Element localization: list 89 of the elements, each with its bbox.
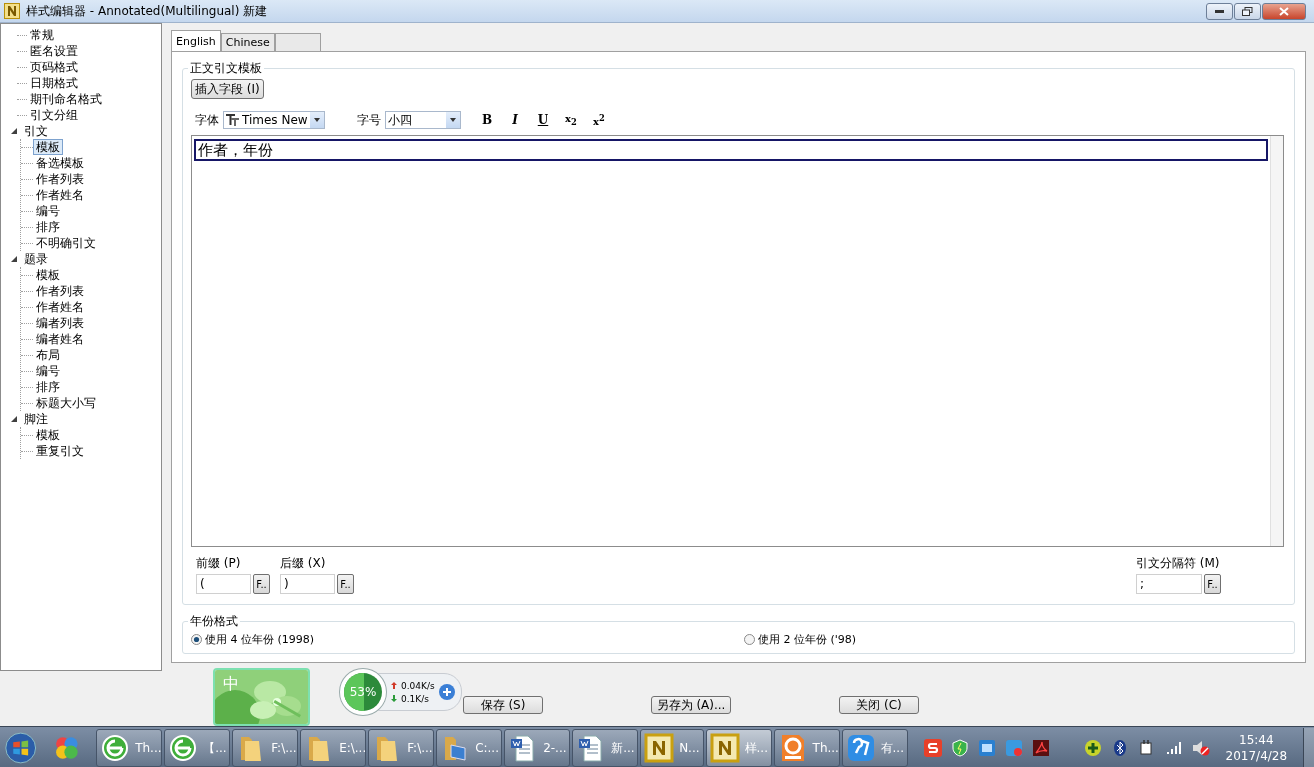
- tree-item[interactable]: 作者列表: [33, 283, 87, 299]
- caret-icon: [314, 118, 320, 122]
- group-title: 正文引文模板: [189, 60, 263, 77]
- suffix-label: 后缀 (X): [280, 555, 327, 572]
- tree-item[interactable]: 备选模板: [33, 155, 87, 171]
- bold-button[interactable]: B: [475, 113, 499, 127]
- tree-item[interactable]: 编者姓名: [33, 331, 87, 347]
- subscript-button[interactable]: x$_{2}$: [559, 113, 583, 127]
- volume-muted-icon[interactable]: [1191, 739, 1210, 757]
- format-button[interactable]: F..: [253, 574, 270, 594]
- shield-icon[interactable]: [950, 739, 969, 757]
- close-icon: [1279, 6, 1289, 16]
- size-label: 字号: [357, 111, 381, 129]
- tree-item[interactable]: 日期格式: [27, 75, 81, 91]
- group-title: 年份格式: [189, 613, 239, 630]
- tree-item[interactable]: 引文: [21, 123, 51, 139]
- window-title: 样式编辑器 - Annotated(Multilingual) 新建: [26, 2, 269, 20]
- tree-item[interactable]: 模板: [33, 139, 63, 155]
- tree-item[interactable]: 作者列表: [33, 171, 87, 187]
- tree-item[interactable]: 页码格式: [27, 59, 81, 75]
- tree-item[interactable]: 常规: [27, 27, 57, 43]
- upload-arrow-icon: [391, 682, 397, 689]
- insert-field-button[interactable]: 插入字段 (I): [191, 79, 264, 99]
- tree-item[interactable]: 不明确引文: [33, 235, 99, 251]
- dialog-button[interactable]: 保存 (S): [463, 696, 543, 714]
- tree-item[interactable]: 模板: [33, 267, 63, 283]
- tree-item[interactable]: 题录: [21, 251, 51, 267]
- radio-label: 使用 2 位年份 ('98): [757, 632, 856, 647]
- separator-field[interactable]: ;: [1136, 574, 1202, 594]
- upload-rate: 0.04K/s: [401, 680, 435, 691]
- tab[interactable]: Chinese: [220, 33, 275, 51]
- download-rate: 0.1K/s: [401, 693, 429, 704]
- template-editor[interactable]: 作者，年份: [191, 135, 1284, 547]
- download-arrow-icon: [391, 695, 397, 702]
- prefix-field[interactable]: (: [196, 574, 251, 594]
- collapse-arrow-icon[interactable]: [10, 415, 18, 423]
- format-button[interactable]: F..: [1204, 574, 1221, 594]
- font-type-icon: [226, 114, 239, 126]
- font-label: 字体: [195, 111, 219, 129]
- collapse-arrow-icon[interactable]: [10, 255, 18, 263]
- restore-button[interactable]: [1234, 2, 1261, 20]
- minimize-button[interactable]: [1206, 2, 1233, 20]
- app-logo-icon: [4, 3, 20, 19]
- tree-item[interactable]: 模板: [33, 427, 63, 443]
- tree-item[interactable]: 作者姓名: [33, 187, 87, 203]
- s-logo-icon[interactable]: [923, 739, 942, 757]
- reader-app-icon[interactable]: [1031, 739, 1050, 757]
- tree-item[interactable]: 匿名设置: [27, 43, 81, 59]
- tree-item[interactable]: 期刊命名格式: [27, 91, 105, 107]
- italic-button[interactable]: I: [503, 113, 527, 127]
- note-app-icon: [644, 733, 675, 763]
- minimize-icon: [1215, 9, 1224, 13]
- font-dropdown[interactable]: Times New: [223, 111, 325, 129]
- tree-item[interactable]: 排序: [33, 219, 63, 235]
- tree-item[interactable]: 标题大小写: [33, 395, 99, 411]
- tree-item[interactable]: 重复引文: [33, 443, 87, 459]
- scrollbar[interactable]: [1270, 136, 1283, 546]
- show-desktop-button[interactable]: [1303, 728, 1314, 767]
- dialog-button[interactable]: 另存为 (A)...: [651, 696, 731, 714]
- radio-button[interactable]: [743, 634, 755, 645]
- tree-item[interactable]: 引文分组: [27, 107, 81, 123]
- radio-label: 使用 4 位年份 (1998): [205, 632, 315, 647]
- signal-bars-icon[interactable]: [1164, 739, 1183, 757]
- note-app-icon: [709, 733, 740, 763]
- prefix-label: 前缀 (P): [196, 555, 242, 572]
- size-dropdown[interactable]: 小四: [385, 111, 461, 129]
- tree-item[interactable]: 布局: [33, 347, 63, 363]
- tab[interactable]: English: [171, 30, 221, 51]
- plus-circle-icon[interactable]: [1083, 739, 1102, 757]
- close-button[interactable]: [1262, 2, 1306, 20]
- dialog-button[interactable]: 关闭 (C): [839, 696, 919, 714]
- tree-item[interactable]: 作者姓名: [33, 299, 87, 315]
- format-button[interactable]: F..: [337, 574, 354, 594]
- suffix-field[interactable]: ): [280, 574, 335, 594]
- underline-button[interactable]: U: [531, 113, 555, 127]
- tree-item[interactable]: 脚注: [21, 411, 51, 427]
- radio-button[interactable]: [191, 634, 202, 645]
- tree-item[interactable]: 排序: [33, 379, 63, 395]
- collapse-arrow-icon[interactable]: [10, 127, 18, 135]
- separator-label: 引文分隔符 (M): [1136, 555, 1221, 572]
- tree-item[interactable]: 编号: [33, 363, 63, 379]
- plus-icon[interactable]: [438, 684, 455, 700]
- usage-reading: 53%: [349, 685, 377, 699]
- restore-icon: [1242, 6, 1253, 16]
- caret-icon: [450, 118, 456, 122]
- superscript-button[interactable]: x$^{2}$: [587, 112, 611, 128]
- tree-item[interactable]: 编号: [33, 203, 63, 219]
- tree-item[interactable]: 编者列表: [33, 315, 87, 331]
- clock[interactable]: 15:44 2017/4/28: [1225, 733, 1288, 763]
